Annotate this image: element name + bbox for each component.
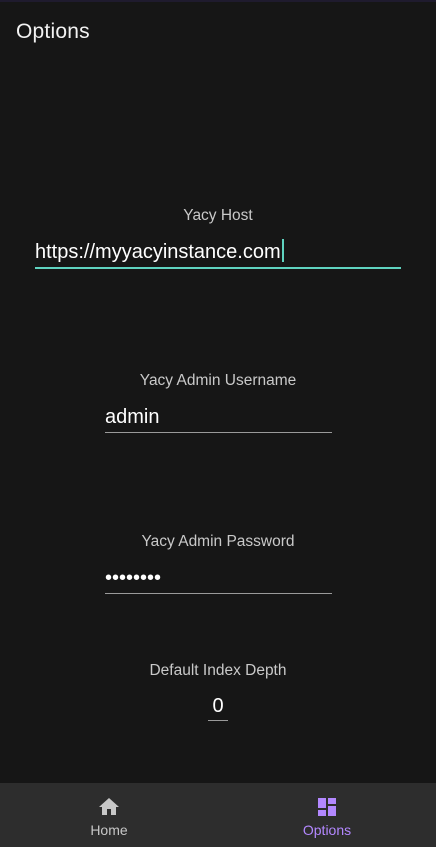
text-cursor: [281, 239, 284, 262]
password-label: Yacy Admin Password: [141, 533, 295, 550]
home-icon: [99, 798, 119, 815]
index-depth-input[interactable]: 0: [208, 694, 228, 721]
host-label: Yacy Host: [183, 207, 253, 224]
host-value: https://myyacyinstance.com: [35, 241, 281, 263]
username-input-underline: [105, 432, 332, 433]
index-depth-label: Default Index Depth: [149, 662, 287, 679]
password-value: ••••••••: [105, 567, 162, 589]
username-label: Yacy Admin Username: [139, 372, 297, 389]
index-depth-value: 0: [212, 695, 224, 717]
nav-item-options[interactable]: Options: [218, 783, 436, 847]
password-input[interactable]: ••••••••: [105, 566, 332, 594]
status-strip: [0, 0, 436, 2]
nav-label-home: Home: [90, 822, 128, 838]
username-input[interactable]: admin: [105, 405, 332, 433]
page-title: Options: [16, 20, 90, 43]
index-depth-input-underline: [208, 720, 228, 721]
username-value: admin: [105, 406, 160, 428]
dashboard-icon: [318, 798, 336, 816]
nav-label-options: Options: [302, 822, 352, 838]
nav-item-home[interactable]: Home: [0, 783, 218, 847]
host-input-underline: [35, 267, 401, 269]
password-input-underline: [105, 593, 332, 594]
bottom-navigation: Home Options: [0, 783, 436, 847]
host-input[interactable]: https://myyacyinstance.com: [35, 239, 401, 269]
options-screen: Options Yacy Host https://myyacyinstance…: [0, 0, 436, 847]
